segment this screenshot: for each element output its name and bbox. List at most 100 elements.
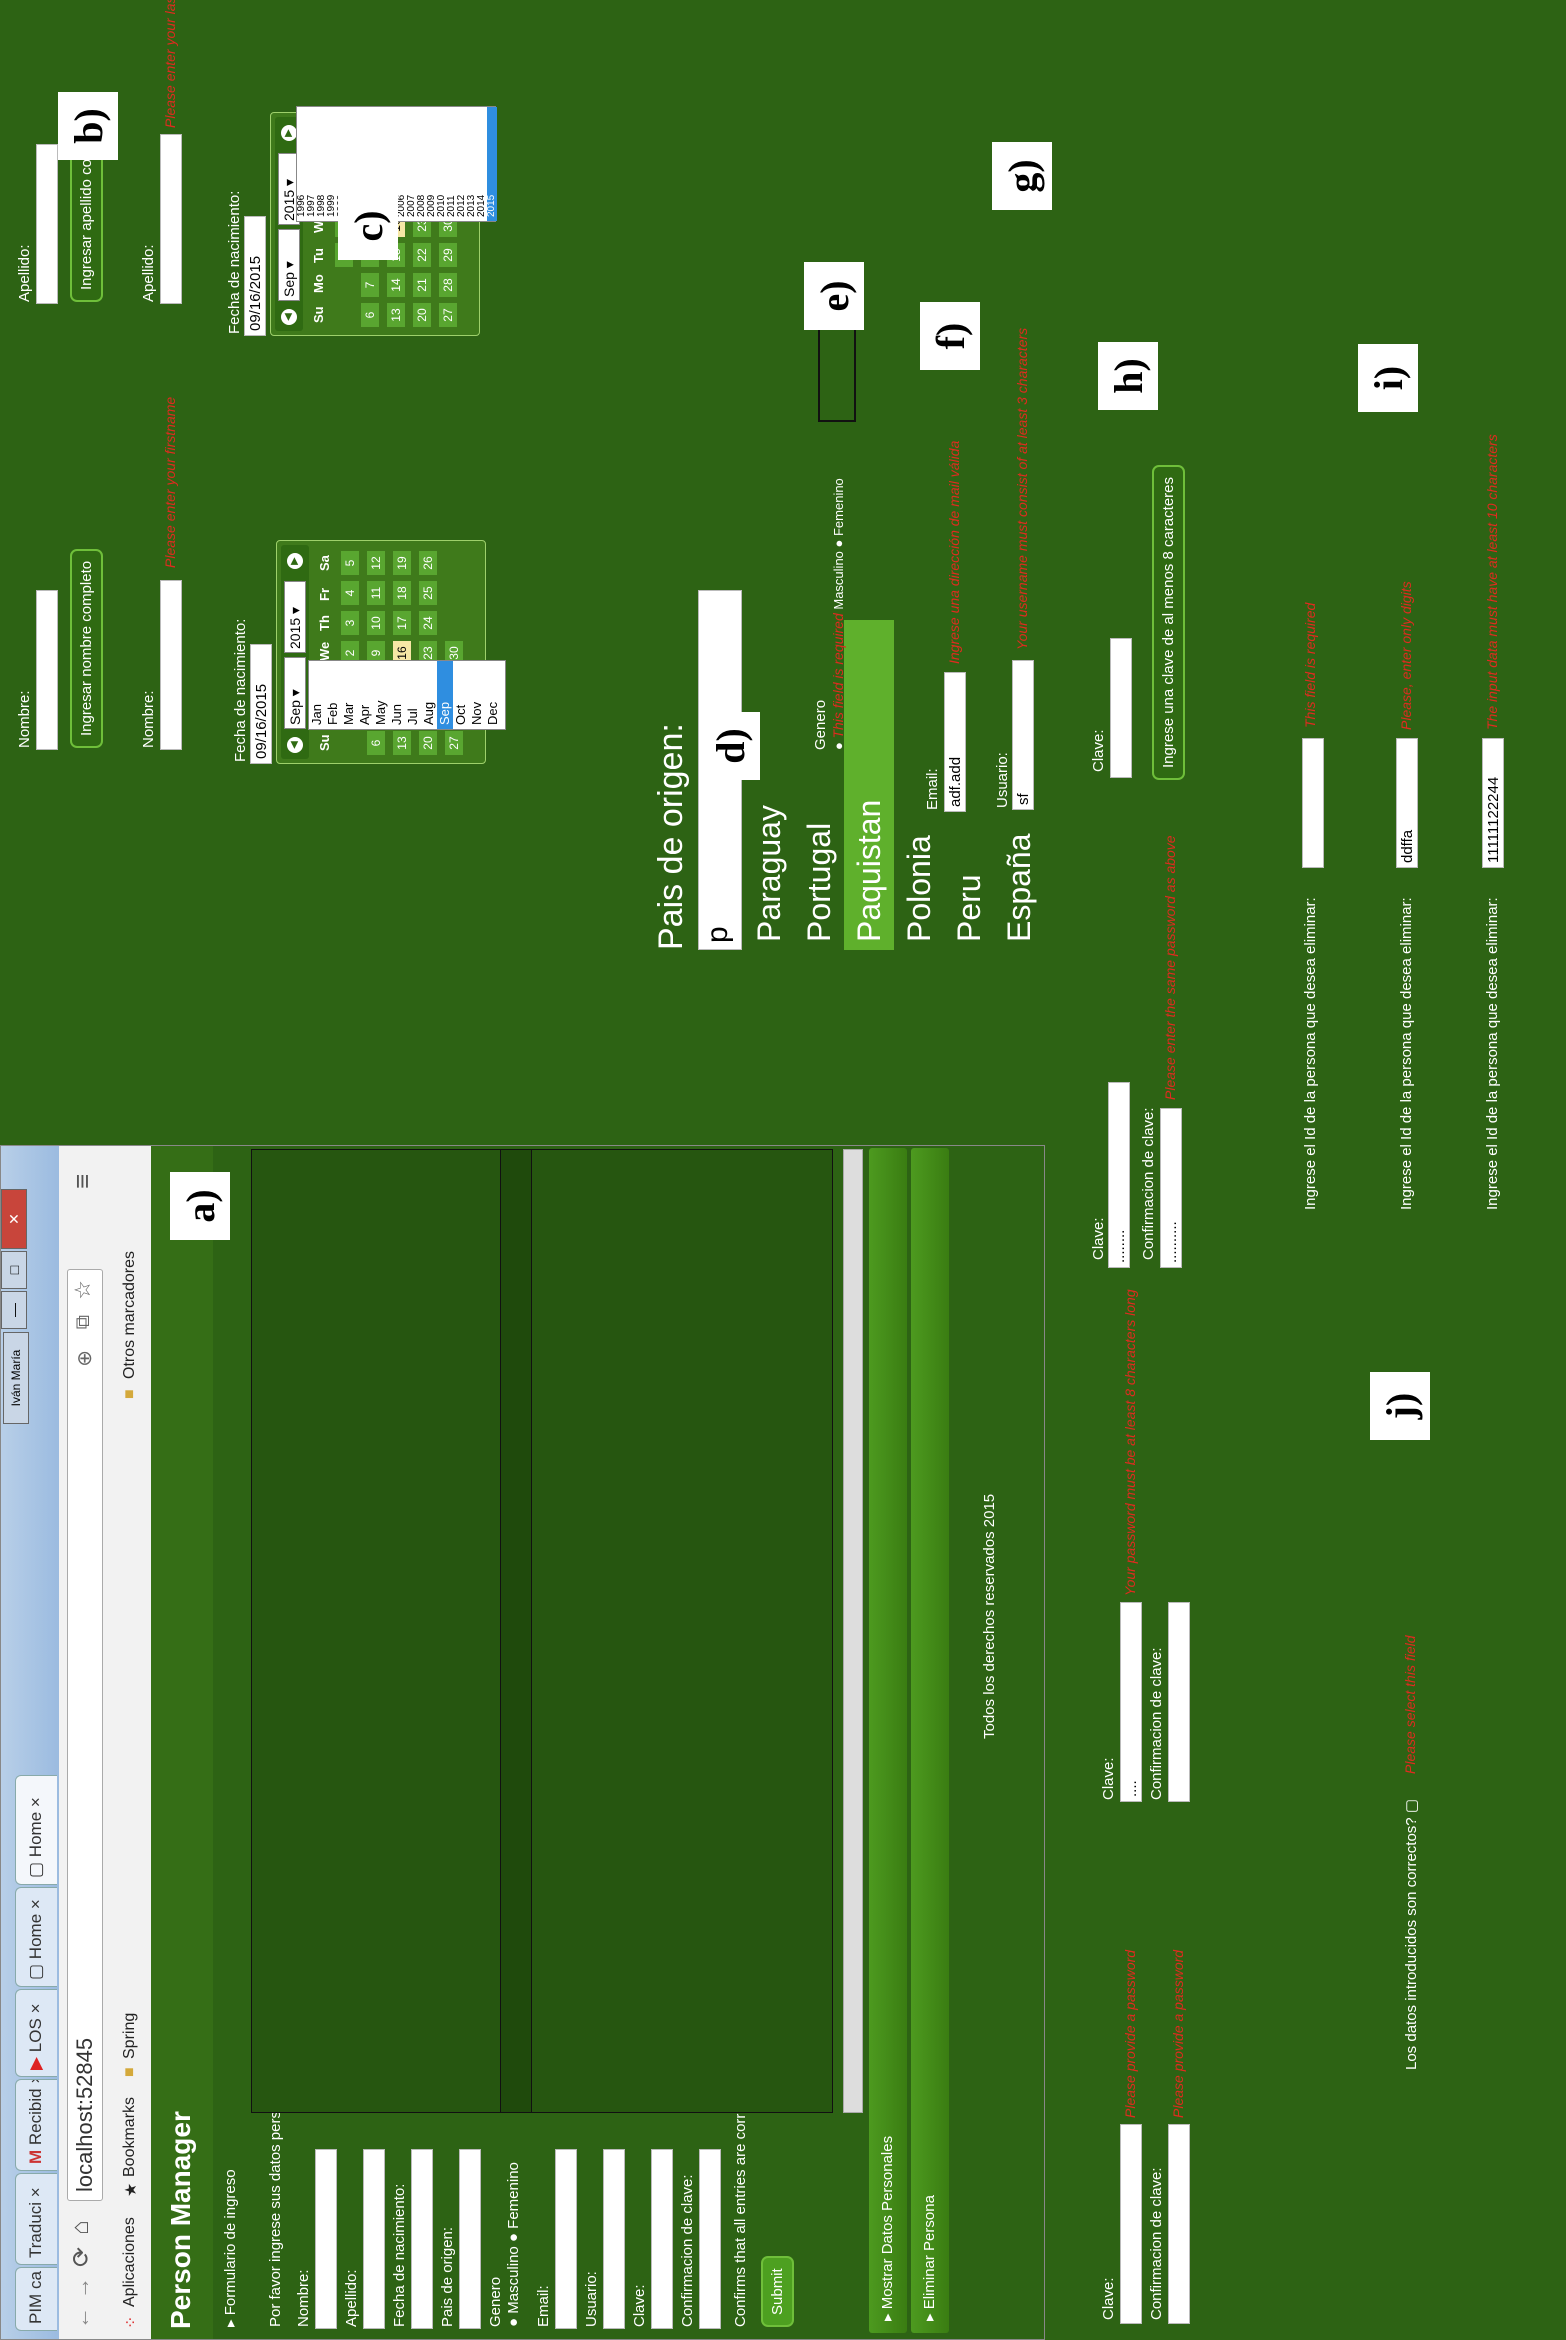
j-confirm-input[interactable] — [1168, 2124, 1190, 2324]
bookmark-apps[interactable]: Aplicaciones — [121, 2217, 139, 2307]
calendar-day[interactable]: 20 — [419, 731, 437, 755]
zoom-icon[interactable]: ⊕ — [72, 1350, 97, 1367]
calendar-day[interactable]: 6 — [361, 303, 379, 327]
clave-input[interactable] — [651, 2149, 673, 2329]
c1-month-dropdown[interactable]: Jan Feb Mar Apr May Jun Jul Aug Sep Oct Nov Dec — [308, 660, 506, 730]
month-option[interactable]: Sep — [437, 661, 453, 729]
calendar-day[interactable]: 27 — [439, 303, 457, 327]
tab-los[interactable]: ▶ LOS × — [15, 1989, 57, 2077]
close-window-button[interactable]: ✕ — [1, 1189, 27, 1249]
horizontal-scrollbar[interactable] — [843, 1149, 863, 2113]
eliminar-persona-accordion[interactable]: ▸ Eliminar Persona — [911, 1148, 949, 2333]
month-option[interactable]: Jul — [405, 661, 421, 729]
bookmark-other[interactable]: Otros marcadores — [121, 1251, 139, 1379]
calendar-day[interactable]: 6 — [367, 731, 385, 755]
back-icon[interactable]: ← — [69, 2307, 95, 2329]
i-id-input-3[interactable]: 11111122244 — [1482, 738, 1504, 868]
j-check-label[interactable]: Los datos introducidos son correctos? ▢ — [1402, 1799, 1420, 2070]
month-option[interactable]: Aug — [421, 661, 437, 729]
next-month-icon[interactable]: ▶ — [281, 125, 297, 141]
c1-year-select[interactable]: 2015 ▾ — [284, 581, 306, 653]
calendar-day[interactable]: 5 — [341, 551, 359, 575]
nombre-input[interactable] — [315, 2149, 337, 2329]
tab-home-2[interactable]: ▢ Home × — [15, 1775, 57, 1885]
g-usuario-input[interactable]: sf — [1012, 660, 1034, 810]
genero-options[interactable]: ● Masculino ● Femenino — [505, 2162, 522, 2327]
calendar-day[interactable]: 26 — [419, 551, 437, 575]
calendar-day[interactable]: 22 — [413, 243, 431, 267]
calendar-day[interactable]: 4 — [341, 581, 359, 605]
h-confirm-input[interactable]: .......... — [1160, 1108, 1182, 1268]
b-apellido-input2[interactable] — [160, 134, 182, 304]
calendar-day[interactable]: 24 — [419, 611, 437, 635]
i-id-input-2[interactable]: ddffa — [1396, 738, 1418, 868]
month-option[interactable]: Jan — [309, 661, 325, 729]
calendar-day[interactable]: 28 — [439, 273, 457, 297]
e-masculino-option[interactable]: Masculino — [831, 551, 846, 610]
c2-month-select[interactable]: Sep ▾ — [278, 229, 300, 301]
bookmark-bookmarks[interactable]: Bookmarks — [121, 2097, 139, 2177]
b-nombre-input2[interactable] — [160, 580, 182, 750]
apps-icon[interactable]: ⁘ — [121, 2316, 141, 2329]
calendar-day[interactable]: 11 — [367, 581, 385, 605]
fecha-input[interactable] — [411, 2149, 433, 2329]
h-clave-hint-button[interactable]: Ingrese una clave de al menos 8 caracter… — [1152, 465, 1185, 780]
user-button[interactable]: Iván María — [3, 1332, 29, 1424]
b-nombre-button[interactable]: Ingresar nombre completo — [70, 548, 103, 748]
c2-date-input[interactable]: 09/16/2015 — [244, 216, 266, 336]
translate-icon[interactable]: ⧉ — [72, 1315, 95, 1329]
calendar-day[interactable]: 7 — [361, 273, 379, 297]
h-clave-input[interactable]: ........ — [1108, 1082, 1130, 1268]
calendar-day[interactable]: 18 — [393, 581, 411, 605]
home-icon[interactable]: ⌂ — [67, 2221, 95, 2236]
calendar-day[interactable]: 20 — [413, 303, 431, 327]
month-option[interactable]: Feb — [325, 661, 341, 729]
calendar-day[interactable]: 21 — [413, 273, 431, 297]
form-header[interactable]: ▸ Formulario de ingreso — [221, 2169, 239, 2327]
tab-home-1[interactable]: ▢ Home × — [15, 1887, 57, 1987]
address-bar[interactable]: localhost:52845 ⊕ ⧉ ☆ — [67, 1269, 103, 2201]
calendar-day[interactable]: 3 — [341, 611, 359, 635]
calendar-day[interactable]: 10 — [367, 611, 385, 635]
email-input[interactable] — [555, 2149, 577, 2329]
menu-icon[interactable]: ≡ — [67, 1174, 98, 1189]
bookmark-spring[interactable]: Spring — [121, 2013, 139, 2059]
j-confirm2-input[interactable] — [1168, 1602, 1190, 1802]
calendar-day[interactable]: 27 — [445, 731, 463, 755]
minimize-button[interactable]: — — [1, 1291, 27, 1329]
apellido-input[interactable] — [363, 2149, 385, 2329]
calendar-day[interactable]: 13 — [387, 303, 405, 327]
tab-traductor[interactable]: Traduci × — [15, 2173, 57, 2265]
usuario-input[interactable] — [603, 2149, 625, 2329]
calendar-day[interactable]: 19 — [393, 551, 411, 575]
c1-date-input[interactable]: 09/16/2015 — [250, 644, 272, 764]
submit-button[interactable]: Submit — [761, 2256, 794, 2327]
pais-input[interactable] — [459, 2149, 481, 2329]
country-option[interactable]: Paquistan — [844, 620, 894, 950]
next-month-icon[interactable]: ▶ — [287, 553, 303, 569]
prev-month-icon[interactable]: ◀ — [281, 309, 297, 325]
country-option[interactable]: Paraguay — [744, 620, 794, 950]
confirmacion-input[interactable] — [699, 2149, 721, 2329]
month-option[interactable]: May — [373, 661, 389, 729]
forward-icon[interactable]: → — [69, 2277, 95, 2299]
e-femenino-option[interactable]: Femenino — [831, 478, 846, 536]
month-option[interactable]: Jun — [389, 661, 405, 729]
j-clave2-input[interactable]: .... — [1120, 1602, 1142, 1802]
month-option[interactable]: Mar — [341, 661, 357, 729]
j-clave-input[interactable] — [1120, 2124, 1142, 2324]
b-apellido-input[interactable] — [36, 144, 58, 304]
calendar-day[interactable]: 12 — [367, 551, 385, 575]
c1-month-select[interactable]: Sep ▾ — [284, 657, 306, 729]
tab-recibidos[interactable]: M Recibid × — [15, 2079, 57, 2171]
reload-icon[interactable]: ⟳ — [67, 2247, 96, 2267]
mostrar-datos-accordion[interactable]: ▸ Mostrar Datos Personales — [869, 1148, 907, 2333]
calendar-day[interactable]: 25 — [419, 581, 437, 605]
month-option[interactable]: Nov — [469, 661, 485, 729]
tab-pim[interactable]: PIM ca × — [15, 2267, 57, 2331]
calendar-day[interactable]: 13 — [393, 731, 411, 755]
calendar-day[interactable]: 14 — [387, 273, 405, 297]
h-clave2-input[interactable] — [1110, 638, 1132, 778]
month-option[interactable]: Apr — [357, 661, 373, 729]
month-option[interactable]: Dec — [485, 661, 501, 729]
